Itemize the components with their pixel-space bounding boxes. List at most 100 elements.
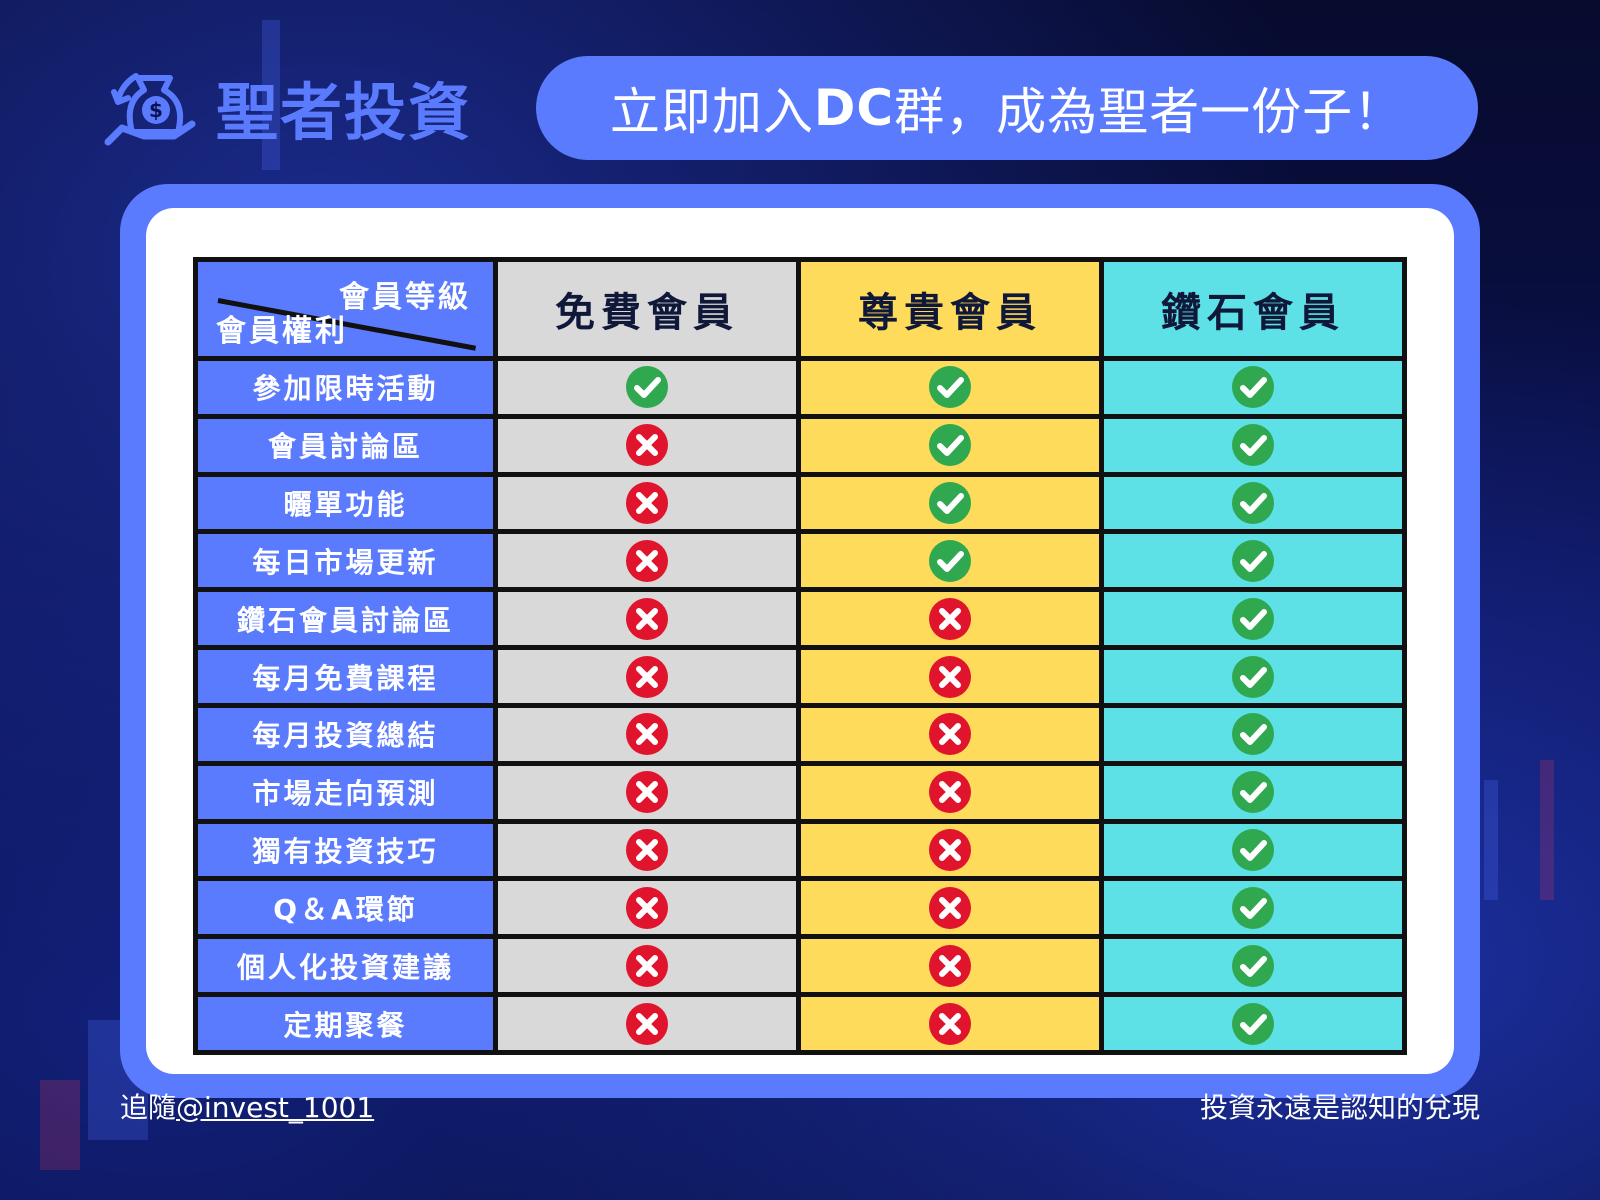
cross-icon <box>626 1002 668 1045</box>
cell-free <box>493 876 801 940</box>
cell-free <box>493 934 801 998</box>
check-icon <box>1232 829 1274 872</box>
feature-label: 會員討論區 <box>193 413 498 477</box>
feature-label: Q＆A環節 <box>193 876 498 940</box>
feature-label: 個人化投資建議 <box>193 934 498 998</box>
cell-free <box>493 702 801 766</box>
banner-bold: DC <box>813 79 895 137</box>
banner-suffix: 群，成為聖者一份子！ <box>894 83 1405 141</box>
cell-diamond <box>1099 471 1407 535</box>
table-row: 曬單功能 <box>193 471 1407 535</box>
feature-label: 每日市場更新 <box>193 529 498 593</box>
cell-free <box>493 471 801 535</box>
cell-premium <box>796 992 1104 1055</box>
cell-diamond <box>1099 760 1407 824</box>
cross-icon <box>929 944 971 987</box>
cell-free <box>493 992 801 1055</box>
money-bag-hand-icon: $ <box>104 73 196 146</box>
join-banner: 立即加入 DC 群，成為聖者一份子！ <box>536 56 1478 160</box>
follow-text: 追隨@invest_1001 <box>120 1086 374 1126</box>
cell-premium <box>796 471 1104 535</box>
cross-icon <box>929 597 971 640</box>
follow-prefix: 追隨 <box>120 1091 177 1124</box>
tier-header-free: 免費會員 <box>493 257 801 361</box>
cell-free <box>493 413 801 477</box>
check-icon <box>1232 424 1274 467</box>
cross-icon <box>929 886 971 929</box>
table-row: 每日市場更新 <box>193 529 1407 593</box>
cell-premium <box>796 413 1104 477</box>
check-icon <box>1232 713 1274 756</box>
slogan: 投資永遠是認知的兌現 <box>1199 1091 1480 1124</box>
table-row: 定期聚餐 <box>193 992 1407 1055</box>
check-icon <box>1232 886 1274 929</box>
cell-free <box>493 760 801 824</box>
background-decoration <box>40 1080 80 1170</box>
background-decoration <box>1540 760 1554 900</box>
tier-header-premium: 尊貴會員 <box>796 257 1104 361</box>
cell-premium <box>796 587 1104 651</box>
check-icon <box>1232 539 1274 582</box>
cross-icon <box>626 539 668 582</box>
check-icon <box>626 366 668 409</box>
table-row: 鑽石會員討論區 <box>193 587 1407 651</box>
svg-text:$: $ <box>149 98 163 122</box>
cell-premium <box>796 818 1104 882</box>
cell-free <box>493 529 801 593</box>
cell-diamond <box>1099 818 1407 882</box>
cell-premium <box>796 645 1104 708</box>
cell-diamond <box>1099 876 1407 940</box>
banner-prefix: 立即加入 <box>609 83 814 141</box>
cross-icon <box>626 771 668 814</box>
table-row: 個人化投資建議 <box>193 934 1407 998</box>
cell-premium <box>796 529 1104 593</box>
cross-icon <box>929 771 971 814</box>
background-decoration <box>1484 780 1498 900</box>
cross-icon <box>929 655 971 698</box>
check-icon <box>1232 655 1274 698</box>
cross-icon <box>626 713 668 756</box>
cell-diamond <box>1099 934 1407 998</box>
check-icon <box>1232 1002 1274 1045</box>
cross-icon <box>626 597 668 640</box>
table-row: 會員討論區 <box>193 413 1407 477</box>
check-icon <box>1232 771 1274 814</box>
tier-header-diamond: 鑽石會員 <box>1099 257 1407 361</box>
brand-logo: $ 聖者投資 <box>104 62 472 152</box>
cell-premium <box>796 702 1104 766</box>
membership-comparison-table: 會員等級 會員權利 免費會員 尊貴會員 鑽石會員 參加限時活動 會員討論區 曬單功能… <box>193 257 1407 1055</box>
cell-free <box>493 587 801 651</box>
cross-icon <box>626 944 668 987</box>
cross-icon <box>929 1002 971 1045</box>
check-icon <box>1232 597 1274 640</box>
cell-premium <box>796 934 1104 998</box>
cross-icon <box>929 713 971 756</box>
check-icon <box>929 366 971 409</box>
feature-label: 參加限時活動 <box>193 356 498 419</box>
cross-icon <box>626 655 668 698</box>
check-icon <box>1232 482 1274 525</box>
check-icon <box>929 482 971 525</box>
brand-name: 聖者投資 <box>216 76 473 149</box>
social-handle-link[interactable]: @invest_1001 <box>176 1091 374 1124</box>
cell-diamond <box>1099 529 1407 593</box>
feature-label: 市場走向預測 <box>193 760 498 824</box>
cell-diamond <box>1099 645 1407 708</box>
feature-label: 鑽石會員討論區 <box>193 587 498 651</box>
cross-icon <box>626 424 668 467</box>
cell-diamond <box>1099 992 1407 1055</box>
table-row: 市場走向預測 <box>193 760 1407 824</box>
corner-rights-label: 會員權利 <box>216 314 348 349</box>
corner-level-label: 會員等級 <box>339 280 471 315</box>
cross-icon <box>929 829 971 872</box>
cell-free <box>493 818 801 882</box>
cell-premium <box>796 356 1104 419</box>
header-row: 會員等級 會員權利 免費會員 尊貴會員 鑽石會員 <box>193 257 1407 361</box>
table-row: 每月免費課程 <box>193 645 1407 708</box>
cell-premium <box>796 876 1104 940</box>
cross-icon <box>626 886 668 929</box>
cell-free <box>493 356 801 419</box>
cell-diamond <box>1099 356 1407 419</box>
feature-label: 每月投資總結 <box>193 702 498 766</box>
cross-icon <box>626 829 668 872</box>
